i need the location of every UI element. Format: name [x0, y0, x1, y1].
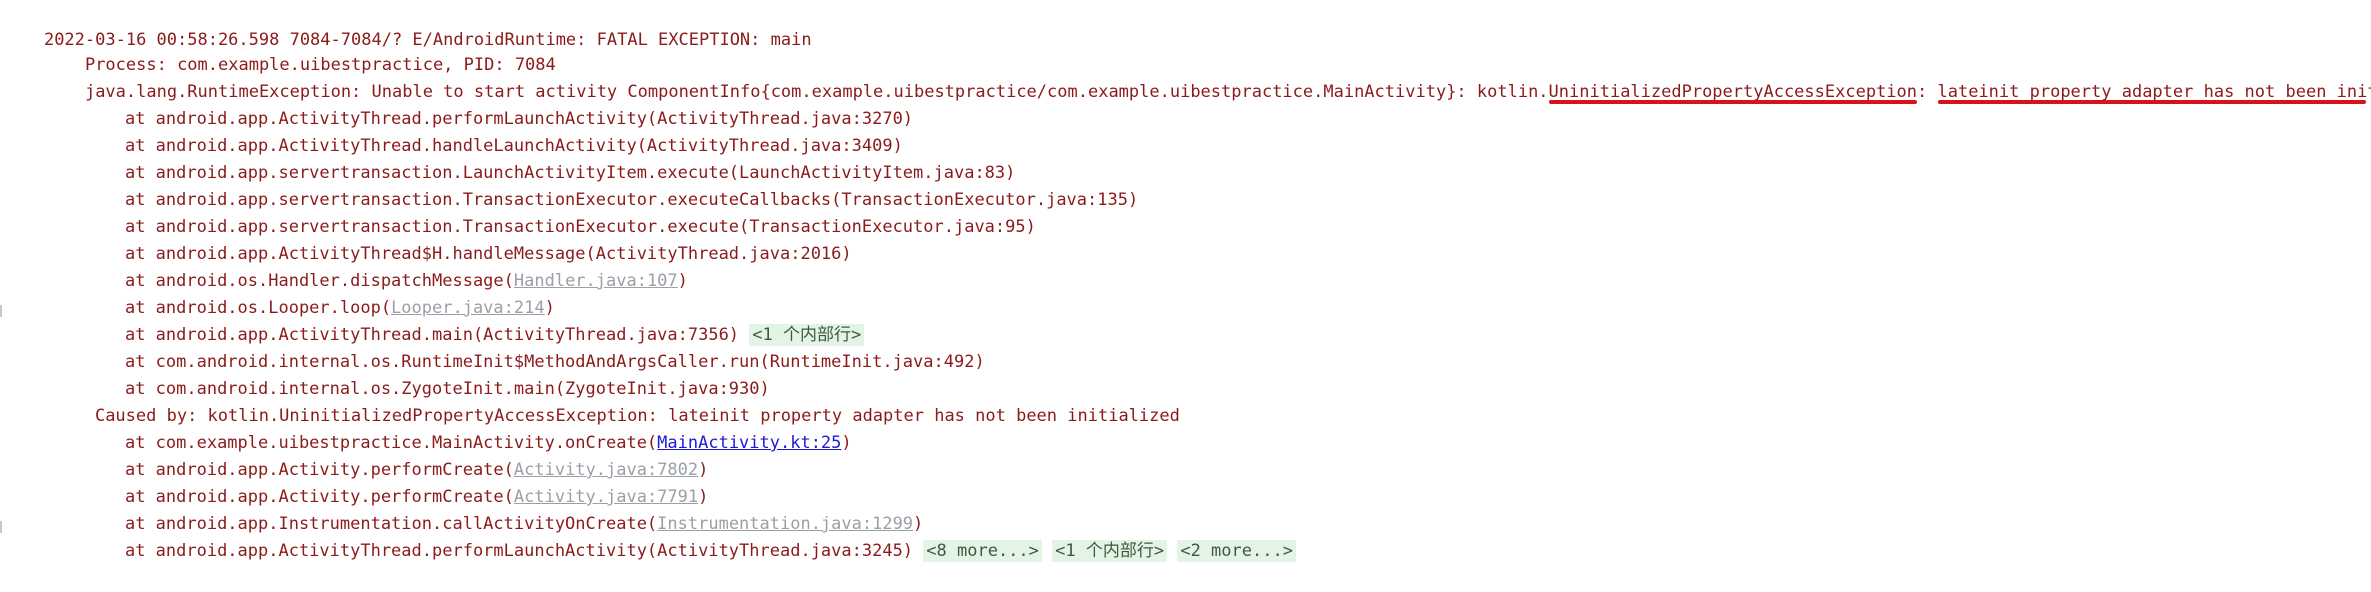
- stack-frame-looper: at android.os.Looper.loop(Looper.java:21…: [0, 268, 555, 295]
- fold-more-frames[interactable]: <2 more...>: [1177, 540, 1296, 562]
- process-line: Process: com.example.uibestpractice, PID…: [0, 25, 556, 52]
- stack-frame-main: at android.app.ActivityThread.main(Activ…: [0, 295, 864, 322]
- stack-frame-text: at android.app.ActivityThread.performLau…: [125, 541, 913, 561]
- stack-frame-text: ): [678, 271, 688, 291]
- stack-frame-oncreate: at com.example.uibestpractice.MainActivi…: [0, 403, 852, 430]
- fold-internal-lines[interactable]: <1 个内部行>: [1052, 540, 1167, 562]
- stack-frame-last: at android.app.ActivityThread.performLau…: [0, 511, 1296, 538]
- log-header-line: 2022-03-16 00:58:26.598 7084-7084/? E/An…: [0, 0, 812, 27]
- stack-frame: at android.app.servertransaction.LaunchA…: [0, 133, 1015, 160]
- stack-frame: at android.app.ActivityThread$H.handleMe…: [0, 214, 852, 241]
- stack-frame-text: ): [841, 433, 851, 453]
- stack-frame: at com.android.internal.os.RuntimeInit$M…: [0, 322, 985, 349]
- caused-by-line: Caused by: kotlin.UninitializedPropertyA…: [0, 376, 1180, 403]
- stack-frame-perform-create: at android.app.Activity.performCreate(Ac…: [0, 430, 708, 457]
- stack-frame-instrumentation: at android.app.Instrumentation.callActiv…: [0, 484, 923, 511]
- stack-frame: at android.app.servertransaction.Transac…: [0, 160, 1138, 187]
- stack-frame-handler: at android.os.Handler.dispatchMessage(Ha…: [0, 241, 688, 268]
- exception-separator: :: [1917, 82, 1937, 102]
- stack-frame: at android.app.ActivityThread.handleLaun…: [0, 106, 903, 133]
- stack-frame: at com.android.internal.os.ZygoteInit.ma…: [0, 349, 770, 376]
- exception-line: java.lang.RuntimeException: Unable to st…: [0, 52, 2371, 79]
- fold-more-frames[interactable]: <8 more...>: [923, 540, 1042, 562]
- annotation-underline-type: [1549, 100, 1917, 104]
- exception-message: lateinit property adapter has not been i…: [1938, 82, 2371, 102]
- annotation-underline-message: [1938, 100, 2367, 104]
- exception-type: UninitializedPropertyAccessException: [1549, 82, 1917, 102]
- logcat-console: 2022-03-16 00:58:26.598 7084-7084/? E/An…: [0, 0, 2371, 552]
- stack-frame-perform-create: at android.app.Activity.performCreate(Ac…: [0, 457, 708, 484]
- stack-frame: at android.app.ActivityThread.performLau…: [0, 79, 913, 106]
- stack-frame: at android.app.servertransaction.Transac…: [0, 187, 1036, 214]
